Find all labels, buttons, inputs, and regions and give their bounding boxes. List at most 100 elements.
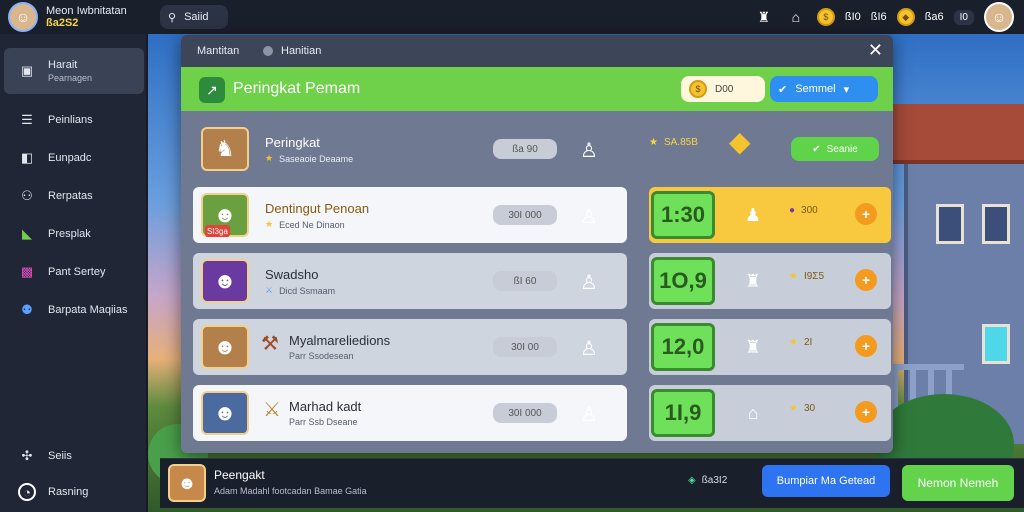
player-score: ßI 60 [493,271,557,291]
reward-panel: 12,0 ♜ ★ 2I + [649,319,891,375]
row-card [193,253,627,309]
reward: ● 300 [789,205,818,216]
modal-header: ↗ Peringkat Pemam $ D00 ✔ Semmel ▾ [181,67,893,111]
refresh-icon: ◔ [18,483,36,501]
timer: 1:30 [651,191,715,239]
sidebar-item-settings[interactable]: ✣ Seiis [4,436,144,476]
sidebar-item-6[interactable]: ⚉ Barpata Maqiias [4,290,144,330]
star-icon: ★ [265,219,274,229]
group-icon: ⚉ [21,302,33,317]
plus-icon[interactable]: + [855,335,877,357]
sidebar-item-5[interactable]: ▩ Pant Sertey [4,252,144,292]
pill-value[interactable]: $ D00 [681,76,765,102]
stat-2: ßI6 [870,11,887,23]
search-button[interactable]: ⚲ Saiid [160,5,228,29]
leaderboard-row[interactable]: ☻ Myalmareliedions Parr Ssodesean ⚒ 30I … [193,319,891,375]
bottom-stat: ◈ ßa3I2 [688,475,728,486]
breadcrumb-1[interactable]: Mantitan [197,45,239,57]
timer: 12,0 [651,323,715,371]
player-thumb: ♞ [201,127,249,171]
circle-icon [263,46,273,56]
reward-panel: 1O,9 ♜ ★ I9Σ5 + [649,253,891,309]
top-icons: ♜ ⌂ $ ßI0 ßI6 ◆ ßa6 I0 ☺ [753,2,1014,32]
trophy-icon[interactable]: ♜ [753,6,775,28]
goblin-icon: ♟ [744,204,762,225]
chat-icon: ▩ [20,264,34,279]
semmel-button[interactable]: ✔ Semmel ▾ [770,76,878,102]
check-icon: ✔ [812,143,821,155]
chevron-down-icon: ▾ [843,83,850,96]
secondary-button[interactable]: Bumpiar Ma Getead [762,465,890,497]
row-card [193,319,627,375]
list-icon: ☰ [21,112,33,127]
settings-icon: ✣ [21,448,33,463]
box-icon: ◧ [20,150,34,165]
search-icon: ⚲ [168,11,177,24]
star-icon: ★ [789,403,798,414]
weapon-icon: ⚒ [261,333,279,355]
sidebar-item-refresh[interactable]: ◔ Rasning [4,472,144,512]
plus-icon[interactable]: + [855,203,877,225]
pill-label: D00 [715,83,734,95]
leaderboard-row[interactable]: ☻ Marhad kadt Parr Ssb Dseane ⚔ 30I 000 … [193,385,891,441]
leaderboard-row[interactable]: ☻ SI3ga Dentingut Penoan ★ Eced Ne Dinaon … [193,187,891,243]
player-sub: Parr Ssodesean [289,351,354,361]
close-icon[interactable]: ✕ [868,40,883,61]
bottom-bar: ☻ Peengakt Adam Madahl footcadan Bamae G… [160,458,1024,508]
primary-button[interactable]: Nemon Nemeh [902,465,1014,501]
profile-coins: ßa2S2 [46,17,79,29]
sidebar-item-label: Peinlians [48,114,93,126]
leaderboard-row[interactable]: ☻ Swadsho ⚔ Dicd Ssmaam ßI 60 ♙ 1O,9 ♜ ★ I… [193,253,891,309]
diamond-icon: ◆ [729,126,751,157]
reward: ★ 2I [789,337,813,348]
sidebar-item-sub: Pearnagen [48,73,93,83]
plus-icon[interactable]: + [855,401,877,423]
sidebar-item-home[interactable]: ▣ Harait Pearnagen [4,48,144,94]
player-score: ßa 90 [493,139,557,159]
row-card [193,187,627,243]
bomb-icon: ● [789,205,796,216]
coin-icon: $ [816,8,835,26]
plus-icon[interactable]: + [855,269,877,291]
star-icon: ★ [789,271,798,282]
coin-icon: $ [689,80,707,98]
reward-panel: 1:30 ♟ ● 300 + [649,187,891,243]
check-icon: ✔ [778,83,788,96]
player-thumb: ☻ SI3ga [201,193,249,237]
guard-icon: ♙ [580,271,598,294]
player-name: Swadsho [265,267,319,282]
star-icon: ★ [789,337,798,348]
right-avatar[interactable]: ☺ [984,2,1014,32]
gem-icon: ◆ [896,8,915,26]
sword-icon: ⚔ [265,285,274,295]
sidebar-item-3[interactable]: ⚇ Rerpatas [4,176,144,216]
sidebar-item-1[interactable]: ☰ Peinlians [4,100,144,140]
guard-icon: ♙ [580,403,598,426]
seanie-button[interactable]: ✔ Seanie [791,137,879,161]
top-bar: ☺ Meon Iwbnitatan ßa2S2 ⚲ Saiid ♜ ⌂ $ ßI… [0,0,1024,34]
sidebar-item-label: Presplak [48,228,91,240]
star-icon: ★ [265,153,274,163]
semmel-label: Semmel [795,83,836,95]
breadcrumb-2[interactable]: Hanitian [263,45,321,57]
player-name: Myalmareliedions [289,333,391,348]
breadcrumb-2-label: Hanitian [281,45,322,57]
leaderboard-row[interactable]: ♞ Peringkat ★ Saseaoie Deaame ßa 90 ♙ ★ SA… [193,121,891,177]
profile[interactable]: ☺ Meon Iwbnitatan ßa2S2 [8,2,127,32]
sidebar-item-label: Eunpadc [48,152,92,164]
player-thumb: ☻ [201,325,249,369]
player-sub: Parr Ssb Dseane [289,417,358,427]
sidebar-item-2[interactable]: ◧ Eunpadc [4,138,144,178]
sidebar-item-label: Barpata Maqiias [48,304,128,316]
sidebar-item-4[interactable]: ◣ Presplak [4,214,144,254]
lock-icon[interactable]: ⌂ [785,6,807,28]
avatar[interactable]: ☺ [8,2,38,32]
player-thumb: ☻ [201,259,249,303]
timer: 1I,9 [651,389,715,437]
sidebar-item-label: Rasning [48,486,89,498]
reward: ★ 30 [789,403,816,414]
timer: 1O,9 [651,257,715,305]
guard-icon: ♙ [580,337,598,360]
chat-icon: ◈ [688,475,696,486]
player-score: 30I 000 [493,205,557,225]
